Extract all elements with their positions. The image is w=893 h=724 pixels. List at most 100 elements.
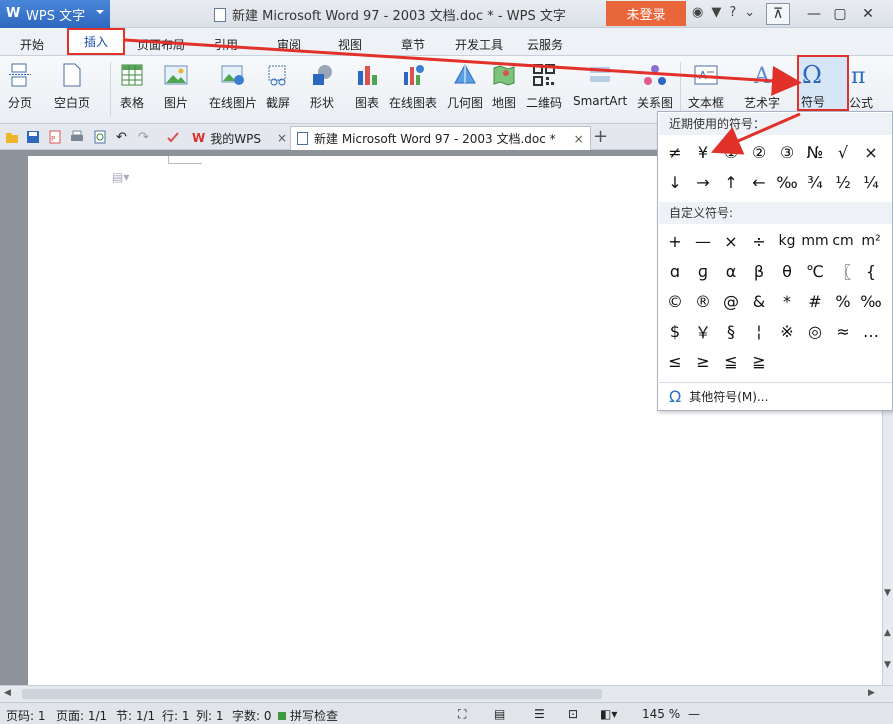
custom-symbol[interactable]: $ xyxy=(661,316,689,346)
minimize-button[interactable]: — xyxy=(802,3,826,25)
recent-symbol[interactable]: ② xyxy=(745,137,773,167)
custom-symbol[interactable]: © xyxy=(661,286,689,316)
custom-symbol[interactable]: + xyxy=(661,226,689,256)
recent-symbol[interactable]: № xyxy=(801,137,829,167)
status-pages[interactable]: 页面: 1/1 xyxy=(56,707,107,724)
status-words[interactable]: 字数: 0 xyxy=(232,707,272,724)
page-up-icon[interactable]: ▲ xyxy=(884,628,891,638)
skin-icon[interactable]: ◉ xyxy=(692,5,703,20)
help-icon[interactable]: ? xyxy=(729,5,736,20)
app-menu-button[interactable]: W WPS 文字 xyxy=(0,0,110,28)
qrcode-button[interactable]: 二维码 xyxy=(526,60,562,111)
custom-symbol[interactable]: ※ xyxy=(773,316,801,346)
custom-symbol[interactable]: ¦ xyxy=(745,316,773,346)
chart-button[interactable]: 图表 xyxy=(355,60,379,111)
custom-symbol[interactable]: ɑ xyxy=(661,256,689,286)
custom-symbol[interactable]: ≥ xyxy=(689,346,717,376)
custom-symbol[interactable]: @ xyxy=(717,286,745,316)
maximize-button[interactable]: ▢ xyxy=(828,3,852,25)
print-preview-icon[interactable] xyxy=(93,130,107,144)
new-tab-icon[interactable]: + xyxy=(593,126,608,147)
custom-symbol[interactable]: * xyxy=(773,286,801,316)
web-view-icon[interactable]: ⊡ xyxy=(568,707,578,721)
recent-symbol[interactable]: × xyxy=(857,137,885,167)
recent-symbol[interactable]: ③ xyxy=(773,137,801,167)
custom-symbol[interactable]: — xyxy=(689,226,717,256)
tab-home[interactable]: 开始 xyxy=(20,36,44,53)
custom-symbol[interactable]: ◎ xyxy=(801,316,829,346)
custom-symbol[interactable]: ÷ xyxy=(745,226,773,256)
tab-developer[interactable]: 开发工具 xyxy=(455,36,503,53)
zoom-out-icon[interactable]: — xyxy=(688,707,700,721)
undo-icon[interactable]: ↶ xyxy=(116,130,130,145)
scroll-down-icon[interactable]: ▼ xyxy=(884,588,891,598)
custom-symbol[interactable]: θ xyxy=(773,256,801,286)
outline-view-icon[interactable]: ☰ xyxy=(534,707,545,721)
status-row[interactable]: 行: 1 xyxy=(162,707,190,724)
zoom-level[interactable]: 145 % xyxy=(642,707,680,721)
custom-symbol[interactable]: % xyxy=(829,286,857,316)
close-button[interactable]: ✕ xyxy=(856,3,880,25)
close-tab-icon[interactable]: × xyxy=(574,132,584,146)
status-page-no[interactable]: 页码: 1 xyxy=(6,707,46,724)
tab-review[interactable]: 审阅 xyxy=(277,36,301,53)
geometry-button[interactable]: 几何图 xyxy=(447,60,483,111)
export-pdf-icon[interactable]: P xyxy=(48,130,62,144)
custom-symbol[interactable]: α xyxy=(717,256,745,286)
custom-symbol[interactable]: m² xyxy=(857,226,885,256)
recent-symbol[interactable]: → xyxy=(689,167,717,197)
custom-symbol[interactable]: ɡ xyxy=(689,256,717,286)
online-chart-button[interactable]: 在线图表 xyxy=(389,60,437,111)
formula-button[interactable]: π 公式 xyxy=(849,60,873,111)
recent-symbol[interactable]: ↑ xyxy=(717,167,745,197)
custom-symbol[interactable]: ℃ xyxy=(801,256,829,286)
custom-symbol[interactable]: ￥ xyxy=(689,316,717,346)
custom-symbol[interactable]: ‰ xyxy=(857,286,885,316)
custom-symbol[interactable]: ® xyxy=(689,286,717,316)
tab-insert[interactable]: 插入 xyxy=(67,28,125,55)
save-icon[interactable] xyxy=(26,130,40,144)
restore-ribbon-button[interactable]: ⊼ xyxy=(766,3,790,25)
reading-view-icon[interactable]: ◧▾ xyxy=(600,707,617,721)
spell-check[interactable]: 拼写检查 xyxy=(278,707,338,724)
open-icon[interactable] xyxy=(5,130,19,144)
recent-symbol[interactable]: ‰ xyxy=(773,167,801,197)
horizontal-scrollbar[interactable]: ◀ ▶ xyxy=(0,685,893,702)
more-symbols-button[interactable]: Ω 其他符号(M)... xyxy=(659,382,892,410)
tab-chapter[interactable]: 章节 xyxy=(401,36,425,53)
recent-symbol[interactable]: ← xyxy=(745,167,773,197)
blank-page-button[interactable]: 空白页 xyxy=(54,60,90,111)
tab-page-layout[interactable]: 页面布局 xyxy=(137,36,185,53)
status-section[interactable]: 节: 1/1 xyxy=(116,707,155,724)
page-break-button[interactable]: 分页 xyxy=(8,60,32,111)
custom-symbol[interactable]: × xyxy=(717,226,745,256)
tab-reference[interactable]: 引用 xyxy=(214,36,238,53)
recent-symbol[interactable]: ½ xyxy=(829,167,857,197)
custom-symbol[interactable]: kg xyxy=(773,226,801,256)
page-down-icon[interactable]: ▼ xyxy=(884,660,891,670)
tab-document[interactable]: 新建 Microsoft Word 97 - 2003 文档.doc * × xyxy=(290,126,591,150)
redo-icon[interactable]: ↷ xyxy=(138,130,152,145)
login-button[interactable]: 未登录 xyxy=(606,1,686,26)
recent-symbol[interactable]: ¼ xyxy=(857,167,885,197)
smartart-button[interactable]: SmartArt xyxy=(573,60,627,108)
symbol-button[interactable]: Ω 符号 xyxy=(797,55,849,111)
page-view-icon[interactable]: ▤ xyxy=(494,707,505,721)
custom-symbol[interactable]: 〖 xyxy=(829,256,857,286)
custom-symbol[interactable]: { xyxy=(857,256,885,286)
fullscreen-icon[interactable]: ⛶ xyxy=(458,707,466,722)
scroll-left-icon[interactable]: ◀ xyxy=(4,688,11,698)
custom-symbol[interactable]: mm xyxy=(801,226,829,256)
settings-icon[interactable]: ⌄ xyxy=(744,5,755,20)
shape-button[interactable]: 形状 xyxy=(310,60,334,111)
custom-symbol[interactable]: cm xyxy=(829,226,857,256)
paragraph-icon[interactable]: ▤▾ xyxy=(112,170,129,184)
customize-icon[interactable] xyxy=(166,130,180,144)
textbox-button[interactable]: A 文本框 xyxy=(688,60,724,111)
recent-symbol[interactable]: ¾ xyxy=(801,167,829,197)
recent-symbol[interactable]: ↓ xyxy=(661,167,689,197)
scroll-right-icon[interactable]: ▶ xyxy=(868,688,875,698)
custom-symbol[interactable]: ≦ xyxy=(717,346,745,376)
custom-symbol[interactable]: # xyxy=(801,286,829,316)
close-tab-icon[interactable]: × xyxy=(277,131,287,145)
